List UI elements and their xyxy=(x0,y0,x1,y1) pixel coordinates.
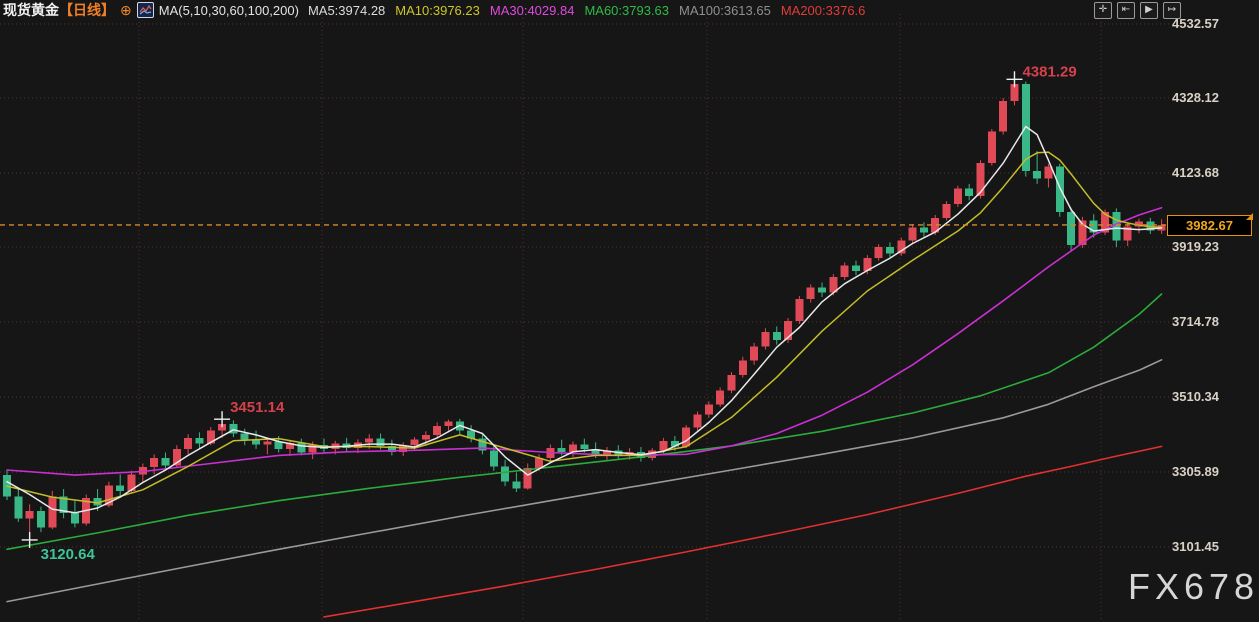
candle-body xyxy=(807,287,815,299)
candle-body xyxy=(750,347,758,361)
symbol-name: 现货黄金 xyxy=(3,0,59,20)
candle-body xyxy=(263,442,271,445)
ma-value-label: MA30:4029.84 xyxy=(490,3,575,18)
candle-body xyxy=(660,441,668,451)
ma-value-label: MA5:3974.28 xyxy=(308,3,385,18)
scale-left-icon[interactable]: ⇤ xyxy=(1117,2,1135,19)
candle-body xyxy=(773,332,781,340)
y-axis-label: 4123.68 xyxy=(1172,165,1250,180)
candle-body xyxy=(297,443,305,453)
ma-line-ma200 xyxy=(324,446,1162,617)
ma-settings-label[interactable]: MA(5,10,30,60,100,200) xyxy=(159,3,299,18)
candle-body xyxy=(558,448,566,452)
candle-body xyxy=(150,458,158,467)
candle-body xyxy=(26,511,34,518)
candle-body xyxy=(705,404,713,414)
ma-values-list: MA5:3974.28 MA10:3976.23 MA30:4029.84 MA60:… xyxy=(308,3,875,18)
add-indicator-icon[interactable]: ⊕ xyxy=(120,3,132,17)
ma-value-label: MA10:3976.23 xyxy=(395,3,480,18)
candle-body xyxy=(988,132,996,163)
candle-body xyxy=(411,440,419,445)
indicator-chart-icon[interactable] xyxy=(137,2,154,18)
current-price-tag: 3982.67 xyxy=(1167,215,1252,236)
play-forward-icon[interactable]: ▶ xyxy=(1140,2,1158,19)
candle-body xyxy=(365,439,373,443)
candle-body xyxy=(761,332,769,347)
ma-value-label: MA200:3376.6 xyxy=(781,3,866,18)
candle-body xyxy=(37,511,45,527)
candle-body xyxy=(920,227,928,232)
candle-body xyxy=(14,496,22,518)
interval-label[interactable]: 【日线】 xyxy=(59,0,115,20)
candle-body xyxy=(977,163,985,196)
candle-body xyxy=(422,435,430,440)
price-chart-canvas[interactable]: 4381.29 3451.14 3120.64 xyxy=(0,0,1259,622)
candle-body xyxy=(965,189,973,196)
ma-value-label: MA60:3793.63 xyxy=(584,3,669,18)
price-annotation: 3451.14 xyxy=(230,399,285,416)
candle-body xyxy=(161,458,169,465)
candle-body xyxy=(943,204,951,218)
candle-body xyxy=(524,468,532,488)
candle-body xyxy=(433,426,441,435)
candle-body xyxy=(716,390,724,404)
candle-body xyxy=(909,227,917,240)
candle-body xyxy=(48,496,56,527)
candle-body xyxy=(954,189,962,204)
candle-body xyxy=(501,466,509,481)
latest-price-arrow-icon[interactable] xyxy=(1246,213,1253,220)
ma-line-ma100 xyxy=(7,360,1162,602)
y-axis-label: 3919.23 xyxy=(1172,239,1250,254)
candle-body xyxy=(1056,167,1064,212)
candle-body xyxy=(795,299,803,321)
candle-body xyxy=(71,513,79,524)
candle-body xyxy=(569,444,577,451)
candle-body xyxy=(1033,171,1041,178)
candle-body xyxy=(818,287,826,292)
price-annotation: 4381.29 xyxy=(1022,63,1076,80)
y-axis-label: 3510.34 xyxy=(1172,389,1250,404)
candle-body xyxy=(682,428,690,447)
candle-body xyxy=(195,438,203,443)
candle-body xyxy=(694,414,702,427)
candle-body xyxy=(241,433,249,439)
y-axis-label: 3305.89 xyxy=(1172,464,1250,479)
candle-body xyxy=(739,360,747,375)
candle-body xyxy=(116,485,124,490)
candle-body xyxy=(580,444,588,448)
chart-header: 现货黄金 【日线】 ⊕ MA(5,10,30,60,100,200) MA5:3… xyxy=(0,0,1259,20)
candle-body xyxy=(999,101,1007,132)
candle-body xyxy=(841,265,849,277)
candle-body xyxy=(490,451,498,467)
y-axis-label: 3714.78 xyxy=(1172,314,1250,329)
candle-body xyxy=(727,375,735,390)
pan-crosshair-icon[interactable]: ✛ xyxy=(1094,2,1112,19)
chart-toolbar: ✛ ⇤ ▶ ↦ xyxy=(1094,2,1181,19)
candle-body xyxy=(875,247,883,258)
jump-latest-icon[interactable]: ↦ xyxy=(1163,2,1181,19)
ma-value-label: MA100:3613.65 xyxy=(679,3,771,18)
ma-line-ma30 xyxy=(7,208,1162,475)
candle-body xyxy=(512,482,520,489)
candle-body xyxy=(184,438,192,449)
candle-body xyxy=(886,247,894,253)
candle-body xyxy=(1067,212,1075,245)
candle-body xyxy=(852,265,860,271)
chart-window: 现货黄金 【日线】 ⊕ MA(5,10,30,60,100,200) MA5:3… xyxy=(0,0,1259,622)
price-annotation: 3120.64 xyxy=(41,546,96,563)
watermark: FX678 xyxy=(1128,566,1259,608)
y-axis-label: 4328.12 xyxy=(1172,90,1250,105)
candle-body xyxy=(444,421,452,426)
y-axis-label: 3101.45 xyxy=(1172,539,1250,554)
